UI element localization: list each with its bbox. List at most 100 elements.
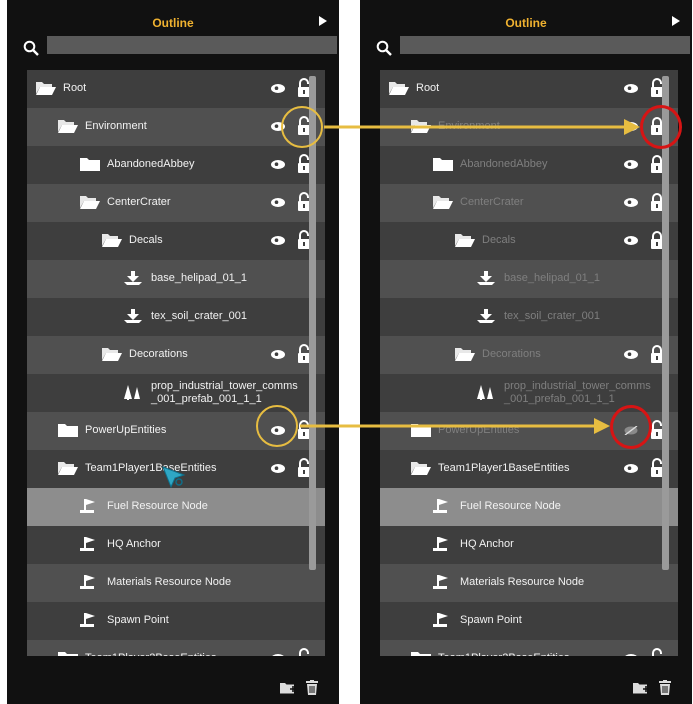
- tree-row[interactable]: Team1Player2BaseEntities: [380, 640, 678, 656]
- tree-row[interactable]: Decorations: [380, 336, 678, 374]
- tree-row-label: HQ Anchor: [107, 538, 161, 550]
- panel-title: Outline: [152, 16, 194, 30]
- panel-title: Outline: [505, 16, 547, 30]
- eye-icon[interactable]: [624, 464, 638, 473]
- new-folder-icon[interactable]: [279, 680, 297, 696]
- folder-open-icon: [58, 462, 78, 475]
- tree-row-label: Team1Player2BaseEntities: [438, 652, 569, 656]
- tree-row-label: base_helipad_01_1: [151, 272, 248, 284]
- eye-icon[interactable]: [624, 198, 638, 207]
- trash-icon[interactable]: [658, 680, 672, 696]
- tree-row[interactable]: tex_soil_crater_001: [380, 298, 678, 336]
- folder-open-icon: [36, 82, 56, 95]
- cursor-icon: [162, 466, 186, 488]
- eye-icon[interactable]: [271, 84, 285, 93]
- highlight-ring-lock: [281, 106, 323, 148]
- flag-icon: [80, 575, 95, 589]
- tree-row-label: Decals: [482, 234, 516, 246]
- play-icon[interactable]: [319, 16, 327, 26]
- eye-icon[interactable]: [271, 236, 285, 245]
- new-folder-icon[interactable]: [632, 680, 650, 696]
- tree-row[interactable]: Materials Resource Node: [27, 564, 325, 602]
- tree-row[interactable]: Team1Player2BaseEntities: [27, 640, 325, 656]
- eye-icon[interactable]: [624, 84, 638, 93]
- tree-row[interactable]: Decals: [27, 222, 325, 260]
- eye-icon[interactable]: [271, 160, 285, 169]
- scrollbar[interactable]: [309, 76, 316, 570]
- eye-icon[interactable]: [624, 350, 638, 359]
- eye-icon[interactable]: [624, 654, 638, 656]
- folder-open-icon: [455, 234, 475, 247]
- folder-open-icon: [411, 462, 431, 475]
- tree-row[interactable]: Fuel Resource Node: [380, 488, 678, 526]
- eye-icon[interactable]: [271, 198, 285, 207]
- tree-row-label: CenterCrater: [107, 196, 171, 208]
- tree-row[interactable]: AbandonedAbbey: [27, 146, 325, 184]
- tree-row-label: Root: [416, 82, 440, 94]
- folder-icon: [411, 424, 431, 437]
- tree-row[interactable]: Environment: [380, 108, 678, 146]
- tree-row[interactable]: Root: [27, 70, 325, 108]
- panel-header: Outline: [7, 0, 339, 34]
- folder-open-icon: [433, 196, 453, 209]
- folder-open-icon: [80, 196, 100, 209]
- unlock-icon[interactable]: [297, 648, 311, 656]
- folder-open-icon: [389, 82, 409, 95]
- play-icon[interactable]: [672, 16, 680, 26]
- tree-row-label: CenterCrater: [460, 196, 524, 208]
- trash-icon[interactable]: [305, 680, 319, 696]
- flag-icon: [433, 575, 448, 589]
- eye-icon[interactable]: [271, 350, 285, 359]
- eye-icon[interactable]: [271, 464, 285, 473]
- tree-row[interactable]: HQ Anchor: [27, 526, 325, 564]
- tree-row-label: Decorations: [482, 348, 541, 360]
- tree-row[interactable]: Spawn Point: [380, 602, 678, 640]
- tree-row[interactable]: Root: [380, 70, 678, 108]
- tree-row[interactable]: HQ Anchor: [380, 526, 678, 564]
- tree-row[interactable]: CenterCrater: [380, 184, 678, 222]
- tree-row-label: Team1Player2BaseEntities: [85, 652, 216, 656]
- prefab-icon: [477, 385, 493, 400]
- outline-tree: Root Environment AbandonedAbbey CenterCrate…: [380, 70, 678, 656]
- tree-row[interactable]: base_helipad_01_1: [27, 260, 325, 298]
- toggled-ring-eye: [610, 405, 652, 449]
- search-icon: [376, 40, 392, 56]
- search-input[interactable]: [400, 36, 690, 54]
- folder-open-icon: [455, 348, 475, 361]
- tree-row-label: HQ Anchor: [460, 538, 514, 550]
- tree-row-label: Fuel Resource Node: [460, 500, 561, 512]
- tree-row[interactable]: base_helipad_01_1: [380, 260, 678, 298]
- flag-icon: [80, 613, 95, 627]
- tree-row[interactable]: Fuel Resource Node: [27, 488, 325, 526]
- tree-row-label: Spawn Point: [460, 614, 522, 626]
- search-input[interactable]: [47, 36, 337, 54]
- tree-row[interactable]: CenterCrater: [27, 184, 325, 222]
- eye-icon[interactable]: [624, 160, 638, 169]
- scrollbar[interactable]: [662, 76, 669, 570]
- tree-row[interactable]: Team1Player1BaseEntities: [380, 450, 678, 488]
- folder-open-icon: [411, 120, 431, 133]
- decal-icon: [124, 309, 142, 323]
- tree-row[interactable]: AbandonedAbbey: [380, 146, 678, 184]
- unlock-icon[interactable]: [650, 648, 664, 656]
- tree-row[interactable]: Spawn Point: [27, 602, 325, 640]
- prefab-icon: [124, 385, 140, 400]
- tree-row-label: Decorations: [129, 348, 188, 360]
- eye-icon[interactable]: [624, 236, 638, 245]
- tree-row[interactable]: tex_soil_crater_001: [27, 298, 325, 336]
- eye-icon[interactable]: [271, 654, 285, 656]
- outline-panel-left: Outline Root Environment AbandonedAbbey Cen…: [7, 0, 339, 704]
- tree-row-label: Team1Player1BaseEntities: [85, 462, 217, 474]
- tree-row[interactable]: Decorations: [27, 336, 325, 374]
- outline-tree: Root Environment AbandonedAbbey CenterCrate…: [27, 70, 325, 656]
- flag-icon: [80, 499, 95, 513]
- flag-icon: [433, 537, 448, 551]
- outline-panel-right: Outline Root Environment AbandonedAbbey Cen…: [360, 0, 692, 704]
- tree-row[interactable]: Decals: [380, 222, 678, 260]
- tree-row[interactable]: Materials Resource Node: [380, 564, 678, 602]
- highlight-ring-eye: [256, 405, 298, 447]
- eye-icon[interactable]: [624, 122, 638, 131]
- tree-row-label: base_helipad_01_1: [504, 272, 601, 284]
- tree-row-label: tex_soil_crater_001: [151, 310, 248, 322]
- tree-row-label: Root: [63, 82, 87, 94]
